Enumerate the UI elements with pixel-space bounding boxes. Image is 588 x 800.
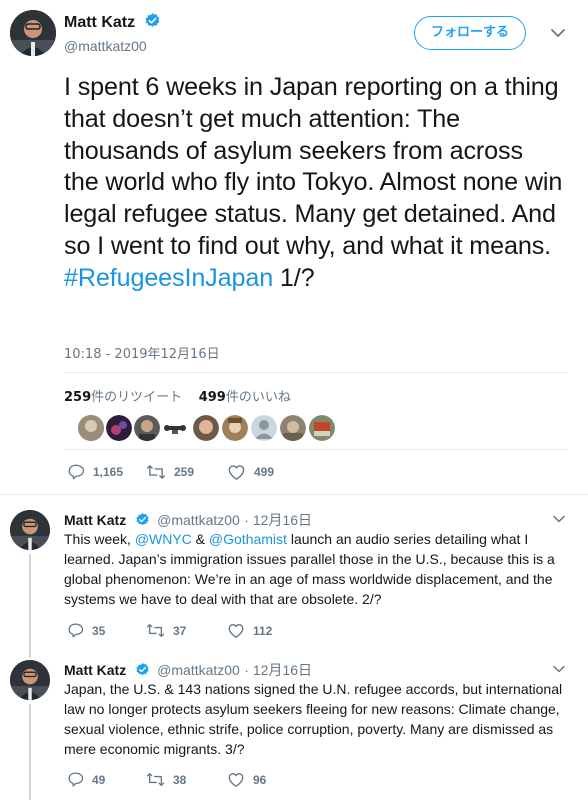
like-action[interactable]: 499 [227,463,274,481]
like-icon [228,624,244,638]
verified-badge-icon [136,662,149,676]
mention-link[interactable]: @Gothamist [209,531,287,547]
author-avatar[interactable] [10,10,56,56]
tweet-body: I spent 6 weeks in Japan reporting on a … [64,73,563,260]
retweet-count: 259 [174,465,195,479]
divider [64,449,568,450]
reply-text: Japan, the U.S. & 143 nations signed the… [64,681,563,757]
reply-icon [68,464,85,480]
author-name-row: Matt Katz [64,12,161,32]
reply-avatar[interactable] [10,660,50,700]
liker-avatar[interactable] [280,415,306,441]
reply-action[interactable]: 35 [67,622,105,639]
thread-line [29,704,31,800]
engagement-stats: 259件のリツイート 499件のいいね [64,386,291,405]
reply-action[interactable]: 49 [67,771,105,788]
retweet-icon [146,623,165,638]
liker-avatar[interactable] [78,415,104,441]
reply-header: Matt Katz @mattkatz00 · 12月16日 [64,660,312,680]
reply-author-name[interactable]: Matt Katz [64,512,126,528]
reply-count: 35 [92,623,106,638]
chevron-down-icon[interactable] [552,664,566,674]
retweet-count: 37 [173,623,187,638]
tweet-text: I spent 6 weeks in Japan reporting on a … [64,72,564,295]
retweet-action[interactable]: 37 [146,622,186,639]
chevron-down-icon[interactable] [552,514,566,524]
liker-avatar[interactable] [106,415,132,441]
follow-button[interactable]: フォローする [414,16,526,50]
reply-text-part: & [191,531,209,547]
mention-link[interactable]: @WNYC [135,531,192,547]
retweet-action[interactable]: 259 [146,463,194,481]
like-icon [228,773,244,787]
verified-badge-icon [136,512,149,526]
liker-avatar[interactable] [134,415,160,441]
reply-count: 1,165 [93,465,124,479]
reply-date[interactable]: · 12月16日 [244,662,312,678]
thread-line [29,554,31,658]
retweet-action[interactable]: 38 [146,771,186,788]
like-icon [228,465,245,480]
like-count: 96 [253,772,267,787]
thread-counter: 1/? [273,263,315,292]
liker-avatar[interactable] [193,415,219,441]
chevron-down-icon[interactable] [550,27,566,39]
reply-text: This week, @WNYC & @Gothamist launch an … [64,529,568,609]
reply-author-handle[interactable]: @mattkatz00 [157,512,240,528]
author-handle[interactable]: @mattkatz00 [64,38,147,54]
like-action[interactable]: 96 [227,771,266,788]
like-action[interactable]: 112 [227,622,272,639]
section-separator [0,494,588,495]
liker-avatar[interactable] [309,415,335,441]
reply-avatar[interactable] [10,510,50,550]
like-count: 112 [253,623,273,638]
reply-header: Matt Katz @mattkatz00 · 12月16日 [64,510,312,530]
reply-author-name[interactable]: Matt Katz [64,662,126,678]
hashtag-link[interactable]: #RefugeesInJapan [64,264,273,292]
author-name[interactable]: Matt Katz [64,14,135,31]
reply-count: 49 [92,772,106,787]
retweets-count[interactable]: 259 [64,390,91,405]
tweet-timestamp[interactable]: 10:18 - 2019年12月16日 [64,343,220,362]
retweet-icon [146,772,165,787]
likes-count[interactable]: 499 [199,390,226,405]
reply-icon [68,623,84,638]
retweets-label[interactable]: 件のリツイート [91,390,182,405]
reply-text-part: This week, [64,531,135,547]
liker-avatar[interactable] [162,415,188,441]
reply-action[interactable]: 1,165 [67,463,123,481]
retweet-count: 38 [173,772,187,787]
divider [64,372,568,373]
liker-avatar[interactable] [251,415,277,441]
retweet-icon [146,465,166,479]
reply-date[interactable]: · 12月16日 [244,512,312,528]
like-count: 499 [254,465,275,479]
reply-icon [68,772,84,787]
likes-label[interactable]: 件のいいね [226,390,291,405]
liker-avatar[interactable] [222,415,248,441]
verified-badge-icon [145,13,159,27]
reply-author-handle[interactable]: @mattkatz00 [157,662,240,678]
